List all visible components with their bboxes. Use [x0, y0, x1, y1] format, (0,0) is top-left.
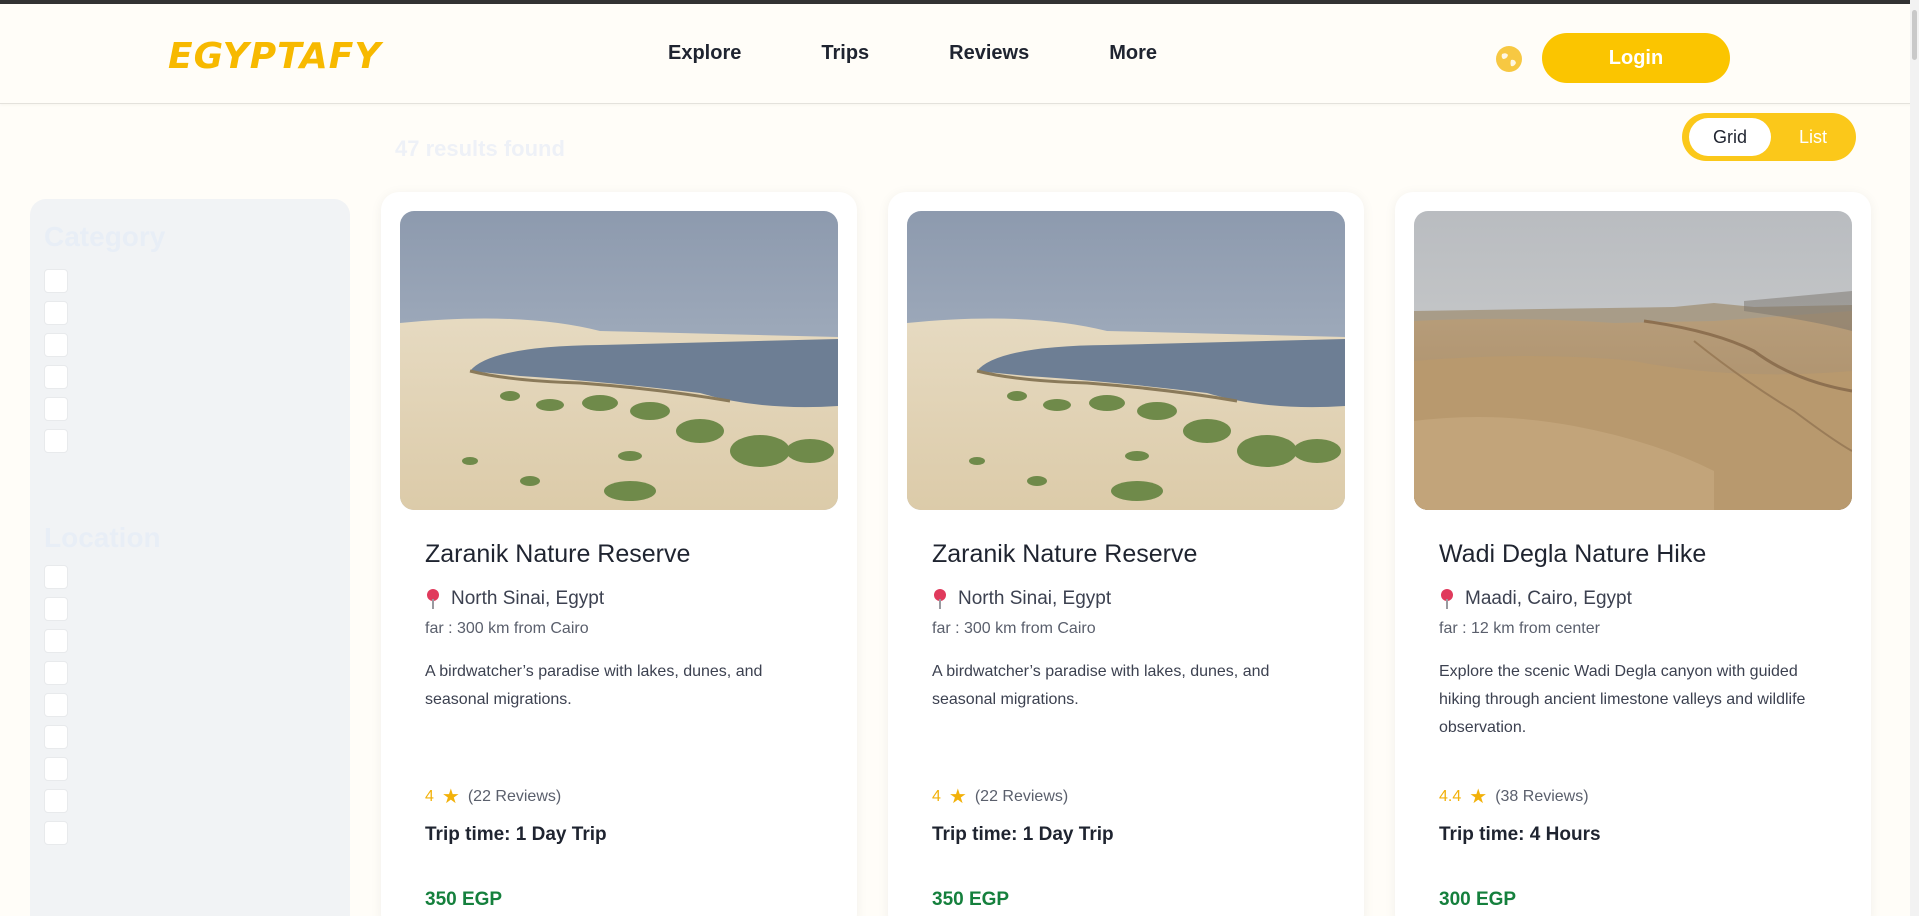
- checkbox[interactable]: [44, 365, 68, 389]
- category-option[interactable]: [44, 301, 82, 325]
- globe-icon[interactable]: [1496, 46, 1522, 72]
- view-toggle: Grid List: [1682, 113, 1856, 161]
- location-option[interactable]: [44, 629, 82, 653]
- checkbox[interactable]: [44, 757, 68, 781]
- checkbox[interactable]: [44, 661, 68, 685]
- location-option[interactable]: [44, 789, 82, 813]
- location-option[interactable]: [44, 821, 82, 845]
- location-option[interactable]: [44, 757, 82, 781]
- map-pin-icon: [1441, 589, 1453, 609]
- logo-text: EGYPTAFY: [168, 35, 382, 77]
- trip-card[interactable]: Zaranik Nature Reserve North Sinai, Egyp…: [381, 192, 857, 916]
- login-button[interactable]: Login: [1542, 33, 1730, 83]
- page-scrollbar[interactable]: [1910, 0, 1919, 916]
- trip-price: 300 EGP: [1439, 889, 1517, 910]
- checkbox[interactable]: [44, 269, 68, 293]
- nav-more[interactable]: More: [1109, 42, 1157, 65]
- site-header: EGYPTAFY Explore Trips Reviews More Logi…: [0, 4, 1919, 104]
- map-pin-icon: [934, 589, 946, 609]
- trip-image-lagoon[interactable]: [907, 211, 1345, 510]
- checkbox[interactable]: [44, 333, 68, 357]
- trip-description: A birdwatcher’s paradise with lakes, dun…: [932, 663, 1270, 708]
- trip-title[interactable]: Zaranik Nature Reserve: [932, 540, 1197, 569]
- category-option[interactable]: [44, 397, 82, 421]
- trip-rating: 4 ★ (22 Reviews): [425, 786, 562, 808]
- location-option[interactable]: [44, 725, 82, 749]
- trip-card[interactable]: Wadi Degla Nature Hike Maadi, Cairo, Egy…: [1395, 192, 1871, 916]
- trip-title[interactable]: Wadi Degla Nature Hike: [1439, 540, 1706, 569]
- star-icon: ★: [948, 786, 967, 808]
- location-option[interactable]: [44, 597, 82, 621]
- star-icon: ★: [441, 786, 460, 808]
- checkbox[interactable]: [44, 565, 68, 589]
- nav-reviews[interactable]: Reviews: [949, 42, 1029, 65]
- category-title: Category: [44, 221, 166, 252]
- trip-rating: 4.4 ★ (38 Reviews): [1439, 786, 1589, 808]
- checkbox[interactable]: [44, 821, 68, 845]
- list-view-button[interactable]: List: [1776, 118, 1850, 156]
- category-option[interactable]: [44, 269, 82, 293]
- trip-distance: far : 300 km from Cairo: [932, 620, 1096, 637]
- trip-location: Maadi, Cairo, Egypt: [1439, 588, 1632, 610]
- checkbox[interactable]: [44, 301, 68, 325]
- results-count: 47 results found: [395, 136, 565, 161]
- trip-time: Trip time: 1 Day Trip: [932, 824, 1114, 845]
- location-title: Location: [44, 522, 161, 553]
- trip-image-lagoon[interactable]: [400, 211, 838, 510]
- trip-location: North Sinai, Egypt: [932, 588, 1111, 610]
- main-nav: Explore Trips Reviews More: [668, 42, 1157, 65]
- checkbox[interactable]: [44, 789, 68, 813]
- location-option[interactable]: [44, 565, 82, 589]
- grid-view-button[interactable]: Grid: [1689, 118, 1771, 156]
- location-option[interactable]: [44, 661, 82, 685]
- nav-trips[interactable]: Trips: [821, 42, 869, 65]
- trip-description: A birdwatcher’s paradise with lakes, dun…: [425, 663, 763, 708]
- category-option[interactable]: [44, 333, 82, 357]
- trip-description: Explore the scenic Wadi Degla canyon wit…: [1439, 663, 1806, 736]
- category-option[interactable]: [44, 429, 82, 453]
- checkbox[interactable]: [44, 397, 68, 421]
- nav-explore[interactable]: Explore: [668, 42, 741, 65]
- trip-time: Trip time: 4 Hours: [1439, 824, 1601, 845]
- trip-distance: far : 300 km from Cairo: [425, 620, 589, 637]
- map-pin-icon: [427, 589, 439, 609]
- checkbox[interactable]: [44, 429, 68, 453]
- checkbox[interactable]: [44, 725, 68, 749]
- star-icon: ★: [1469, 786, 1488, 808]
- trip-image-canyon[interactable]: [1414, 211, 1852, 510]
- trip-title[interactable]: Zaranik Nature Reserve: [425, 540, 690, 569]
- checkbox[interactable]: [44, 693, 68, 717]
- filter-sidebar: Category Location: [30, 199, 350, 916]
- trip-distance: far : 12 km from center: [1439, 620, 1600, 637]
- checkbox[interactable]: [44, 597, 68, 621]
- brand-logo[interactable]: EGYPTAFY: [168, 34, 381, 78]
- category-option[interactable]: [44, 365, 82, 389]
- trip-price: 350 EGP: [425, 889, 503, 910]
- checkbox[interactable]: [44, 629, 68, 653]
- trip-location: North Sinai, Egypt: [425, 588, 604, 610]
- trip-card[interactable]: Zaranik Nature Reserve North Sinai, Egyp…: [888, 192, 1364, 916]
- trip-rating: 4 ★ (22 Reviews): [932, 786, 1069, 808]
- trip-time: Trip time: 1 Day Trip: [425, 824, 607, 845]
- location-option[interactable]: [44, 693, 82, 717]
- trip-price: 350 EGP: [932, 889, 1010, 910]
